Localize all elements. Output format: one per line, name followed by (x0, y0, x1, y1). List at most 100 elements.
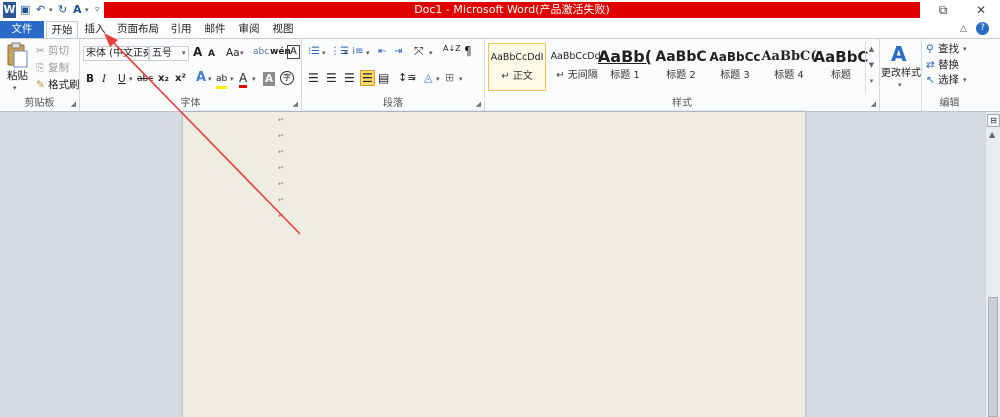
change-styles-icon[interactable]: A (891, 43, 906, 65)
text-effects-icon[interactable]: A (196, 71, 206, 85)
paste-button[interactable]: 粘贴 (7, 69, 28, 83)
clipboard-launcher-icon[interactable]: ◢ (71, 100, 76, 108)
styles-more-icon[interactable]: ▾ (866, 73, 877, 89)
close-icon[interactable]: ✕ (970, 2, 992, 18)
font-size-dropdown-icon[interactable]: ▾ (182, 49, 186, 57)
bold-icon[interactable]: B (86, 72, 94, 86)
style-title[interactable]: AaBbC 标题 (812, 43, 870, 91)
select-dropdown-icon[interactable]: ▾ (963, 76, 967, 84)
increase-indent-icon[interactable]: ⇥ (394, 45, 402, 59)
undo-dropdown-icon[interactable]: ▾ (49, 2, 53, 18)
copy-button[interactable]: 复制 (48, 61, 69, 75)
underline-icon[interactable]: U (118, 72, 126, 86)
scrollbar-thumb[interactable] (988, 297, 998, 417)
numbering-dropdown-icon[interactable]: ▾ (344, 49, 348, 57)
tab-file[interactable]: 文件 (0, 21, 44, 38)
change-case-icon[interactable]: Aa (226, 46, 240, 60)
chinese-layout-dropdown-icon[interactable]: ▾ (429, 49, 433, 57)
grow-font-icon[interactable]: A (193, 45, 202, 59)
tab-page-layout[interactable]: 页面布局 (114, 21, 162, 38)
change-styles-dropdown-icon[interactable]: ▾ (898, 81, 902, 89)
strikethrough-icon[interactable]: abc (137, 72, 153, 86)
tab-references[interactable]: 引用 (166, 21, 196, 38)
shrink-font-icon[interactable]: A (208, 47, 215, 61)
style-heading-1[interactable]: AaBb( 标题 1 (596, 43, 654, 91)
justify-icon[interactable]: ☰ (360, 70, 375, 86)
word-app-icon[interactable]: W (3, 2, 16, 18)
save-icon[interactable]: ▣ (20, 2, 30, 18)
styles-launcher-icon[interactable]: ◢ (871, 100, 876, 108)
replace-button[interactable]: 替换 (938, 58, 959, 72)
bullets-icon[interactable]: ⁝☰ (308, 45, 320, 59)
format-painter-icon[interactable]: ✎ (36, 78, 45, 92)
tab-view[interactable]: 视图 (268, 21, 298, 38)
find-button[interactable]: 查找 (938, 42, 959, 56)
select-icon[interactable]: ↖ (926, 73, 935, 87)
sort-icon[interactable]: A↓Z (443, 45, 461, 53)
change-styles-button[interactable]: 更改样式 (881, 67, 921, 81)
highlight-dropdown-icon[interactable]: ▾ (230, 75, 234, 83)
customize-qat-icon[interactable]: ▿ (95, 2, 100, 18)
font-name-dropdown-icon[interactable]: ▾ (143, 49, 147, 57)
replace-icon[interactable]: ⇄ (926, 58, 935, 72)
text-effects-dropdown-icon[interactable]: ▾ (208, 75, 212, 83)
line-spacing-dropdown-icon[interactable]: ▾ (412, 75, 416, 83)
redo-icon[interactable]: ↻ (58, 2, 67, 18)
paste-icon[interactable] (5, 42, 29, 70)
character-shading-icon[interactable]: A (263, 72, 276, 86)
character-border-icon[interactable]: A (287, 45, 300, 59)
vertical-scrollbar[interactable]: ⊟ ▲ (985, 112, 1000, 417)
enclose-characters-icon[interactable]: 字 (280, 71, 294, 85)
find-dropdown-icon[interactable]: ▾ (963, 45, 967, 53)
styles-scroll-down-icon[interactable]: ▼ (866, 57, 877, 73)
font-launcher-icon[interactable]: ◢ (293, 100, 298, 108)
tab-mailings[interactable]: 邮件 (200, 21, 230, 38)
borders-dropdown-icon[interactable]: ▾ (459, 75, 463, 83)
paste-dropdown-icon[interactable]: ▾ (13, 84, 17, 92)
paragraph-launcher-icon[interactable]: ◢ (476, 100, 481, 108)
bullets-dropdown-icon[interactable]: ▾ (322, 49, 326, 57)
shading-dropdown-icon[interactable]: ▾ (436, 75, 440, 83)
distributed-icon[interactable]: ▤ (378, 71, 389, 85)
restore-icon[interactable]: ⧉ (932, 2, 954, 18)
change-case-dropdown-icon[interactable]: ▾ (240, 49, 244, 57)
format-dropdown-icon[interactable]: ▾ (85, 2, 89, 18)
clear-formatting-icon[interactable]: abc (253, 45, 269, 59)
format-painter-button[interactable]: 格式刷 (48, 78, 80, 92)
font-color-icon[interactable]: A (239, 71, 248, 88)
multilevel-list-dropdown-icon[interactable]: ▾ (366, 49, 370, 57)
undo-icon[interactable]: ↶ (36, 2, 45, 18)
style-normal[interactable]: AaBbCcDdI ↵ 正文 (488, 43, 546, 91)
style-heading-2[interactable]: AaBbC 标题 2 (652, 43, 710, 91)
select-button[interactable]: 选择 (938, 73, 959, 87)
tab-home[interactable]: 开始 (46, 21, 78, 38)
shading-icon[interactable]: ◬ (424, 71, 432, 85)
show-marks-icon[interactable]: ¶ (464, 44, 472, 58)
ribbon-minimize-icon[interactable]: △ (960, 22, 967, 36)
cut-icon[interactable]: ✂ (36, 44, 45, 58)
tab-review[interactable]: 审阅 (234, 21, 264, 38)
highlight-icon[interactable]: ab (216, 72, 228, 89)
decrease-indent-icon[interactable]: ⇤ (378, 45, 386, 59)
multilevel-list-icon[interactable]: ⁞≡ (352, 45, 364, 59)
italic-icon[interactable]: I (102, 72, 106, 86)
help-icon[interactable]: ? (976, 22, 989, 35)
style-heading-4[interactable]: AaBbC( 标题 4 (760, 43, 818, 91)
font-name-combo[interactable]: 宋体 (中文正文 (83, 46, 149, 61)
document-page[interactable]: ↵ ↵ ↵ ↵ ↵ ↵ ↵ (183, 112, 805, 417)
styles-scroll-up-icon[interactable]: ▲ (866, 41, 877, 57)
find-icon[interactable]: ⚲ (926, 42, 934, 56)
align-center-icon[interactable]: ☰ (326, 71, 337, 85)
format-icon[interactable]: A (73, 2, 82, 18)
subscript-icon[interactable]: x₂ (158, 72, 169, 86)
tab-insert[interactable]: 插入 (80, 21, 110, 38)
font-color-dropdown-icon[interactable]: ▾ (252, 75, 256, 83)
chinese-layout-icon[interactable]: ⤧ (414, 44, 424, 58)
underline-dropdown-icon[interactable]: ▾ (129, 75, 133, 83)
cut-button[interactable]: 剪切 (48, 44, 69, 58)
style-heading-3[interactable]: AaBbCc 标题 3 (706, 43, 764, 91)
borders-icon[interactable]: ⊞ (445, 71, 454, 85)
align-left-icon[interactable]: ☰ (308, 71, 319, 85)
ruler-toggle-icon[interactable]: ⊟ (987, 114, 1000, 127)
copy-icon[interactable]: ⎘ (36, 61, 44, 75)
